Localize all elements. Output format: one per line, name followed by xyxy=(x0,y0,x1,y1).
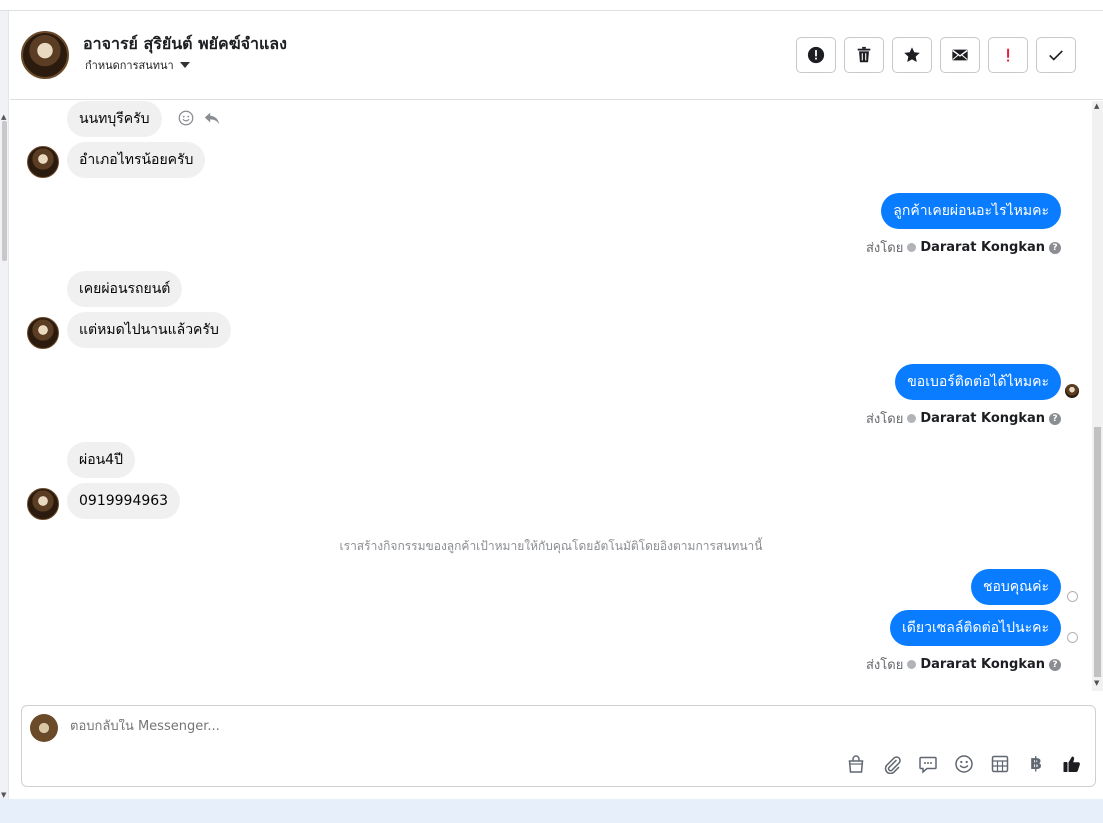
reply-composer: ฿ xyxy=(21,705,1096,787)
conversation-header: อาจารย์ สุริยันต์ พยัคฆ์จำแลง กำหนดการสน… xyxy=(10,11,1103,100)
thread-scrollbar[interactable]: ▲ ▼ xyxy=(1092,101,1103,691)
contact-avatar-small[interactable] xyxy=(27,488,59,520)
like-icon[interactable] xyxy=(1061,753,1083,775)
envelope-icon xyxy=(952,49,968,61)
contact-name[interactable]: อาจารย์ สุริยันต์ พยัคฆ์จำแลง xyxy=(83,32,287,57)
delivered-status-icon xyxy=(1067,591,1078,602)
star-button[interactable] xyxy=(892,37,932,73)
alert-circle-icon xyxy=(807,46,825,64)
check-icon xyxy=(1049,50,1063,61)
composer-tools: ฿ xyxy=(845,753,1083,775)
contact-avatar-small[interactable] xyxy=(27,146,59,178)
agent-name: Dararat Kongkan xyxy=(920,411,1045,426)
message-thread: นนทบุรีครับ อำเภอไทรน้อยครับ ลูกค้าเคยผ่… xyxy=(10,101,1092,691)
help-icon[interactable]: ? xyxy=(1049,241,1061,254)
saved-reply-icon[interactable] xyxy=(917,753,939,775)
reply-icon[interactable] xyxy=(203,109,221,127)
sent-by-label: ส่งโดย Dararat Kongkan ? xyxy=(866,654,1061,675)
sent-by-label: ส่งโดย Dararat Kongkan ? xyxy=(866,408,1061,429)
verified-check-icon xyxy=(907,414,917,423)
header-actions xyxy=(796,37,1076,73)
conversation-schedule-dropdown[interactable]: กำหนดการสนทนา xyxy=(85,56,190,74)
sent-by-prefix: ส่งโดย xyxy=(865,658,904,673)
emoji-icon[interactable] xyxy=(953,753,975,775)
spam-button[interactable] xyxy=(988,37,1028,73)
outgoing-message[interactable]: เดียวเซลล์ติดต่อไปนะคะ xyxy=(890,610,1061,646)
incoming-message[interactable]: ผ่อน4ปี xyxy=(67,442,135,478)
outgoing-message[interactable]: ลูกค้าเคยผ่อนอะไรไหมคะ xyxy=(881,193,1061,229)
verified-check-icon xyxy=(907,243,917,252)
sent-by-prefix: ส่งโดย xyxy=(865,241,904,256)
exclamation-icon xyxy=(1007,48,1010,62)
incoming-message[interactable]: เคยผ่อนรถยนต์ xyxy=(67,271,183,307)
chevron-down-icon xyxy=(179,62,190,68)
star-icon xyxy=(904,47,920,63)
system-note: เราสร้างกิจกรรมของลูกค้าเป้าหมายให้กับคุ… xyxy=(339,539,763,553)
shopping-bag-icon[interactable] xyxy=(845,753,867,775)
mark-unread-button[interactable] xyxy=(940,37,980,73)
incoming-message[interactable]: แต่หมดไปนานแล้วครับ xyxy=(67,312,231,348)
top-bar xyxy=(0,0,1103,11)
help-icon[interactable]: ? xyxy=(1049,658,1061,671)
sent-by-prefix: ส่งโดย xyxy=(865,412,904,427)
scroll-down-arrow[interactable]: ▼ xyxy=(1,791,6,799)
sent-by-label: ส่งโดย Dararat Kongkan ? xyxy=(866,237,1061,258)
incoming-message[interactable]: อำเภอไทรน้อยครับ xyxy=(67,142,206,178)
baht-icon[interactable]: ฿ xyxy=(1025,753,1047,775)
report-button[interactable] xyxy=(796,37,836,73)
contact-avatar[interactable] xyxy=(21,31,69,79)
contact-avatar-small[interactable] xyxy=(27,317,59,349)
delete-button[interactable] xyxy=(844,37,884,73)
message-actions xyxy=(177,109,221,127)
scroll-down-arrow[interactable]: ▼ xyxy=(1094,679,1099,687)
outgoing-message[interactable]: ขอเบอร์ติดต่อได้ไหมคะ xyxy=(895,364,1061,400)
paperclip-icon[interactable] xyxy=(881,753,903,775)
appointment-icon[interactable] xyxy=(989,753,1011,775)
delivered-status-icon xyxy=(1067,632,1078,643)
page-footer-band xyxy=(0,799,1103,823)
incoming-message[interactable]: นนทบุรีครับ xyxy=(67,101,162,137)
emoji-react-icon[interactable] xyxy=(177,109,195,127)
reply-input[interactable] xyxy=(70,719,970,734)
trash-icon xyxy=(857,46,871,63)
left-scroll-thumb[interactable] xyxy=(2,121,7,261)
schedule-label: กำหนดการสนทนา xyxy=(85,59,174,72)
agent-name: Dararat Kongkan xyxy=(920,657,1045,672)
seen-avatar-icon xyxy=(1065,384,1079,398)
verified-check-icon xyxy=(907,660,917,669)
thread-scroll-thumb[interactable] xyxy=(1094,427,1101,677)
outgoing-message[interactable]: ชอบคุณค่ะ xyxy=(970,569,1061,605)
agent-name: Dararat Kongkan xyxy=(920,240,1045,255)
left-scrollbar[interactable]: ▲ ▼ xyxy=(0,11,9,801)
scroll-up-arrow[interactable]: ▲ xyxy=(1094,102,1099,110)
incoming-message[interactable]: 0919994963 xyxy=(67,483,181,519)
help-icon[interactable]: ? xyxy=(1049,412,1061,425)
scroll-up-arrow[interactable]: ▲ xyxy=(1,113,6,121)
mark-done-button[interactable] xyxy=(1036,37,1076,73)
page-avatar xyxy=(30,714,58,742)
